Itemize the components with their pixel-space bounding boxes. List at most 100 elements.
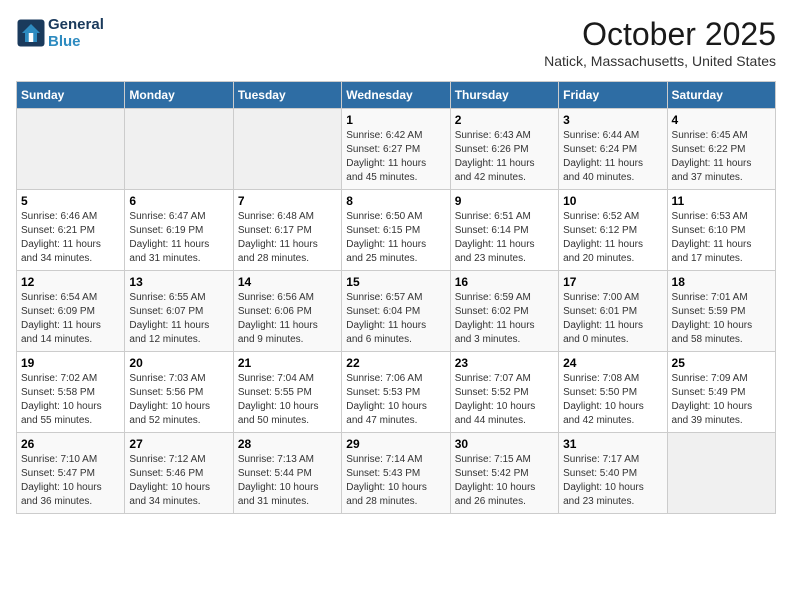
day-info: Sunrise: 7:07 AM Sunset: 5:52 PM Dayligh… [455,372,554,428]
calendar-header-row: SundayMondayTuesdayWednesdayThursdayFrid… [17,82,776,109]
calendar-cell: 13 Sunrise: 6:55 AM Sunset: 6:07 PM Dayli… [125,271,233,352]
calendar-cell: 11 Sunrise: 6:53 AM Sunset: 6:10 PM Dayli… [667,190,775,271]
day-number: 9 [455,194,554,208]
day-info: Sunrise: 6:55 AM Sunset: 6:07 PM Dayligh… [129,291,228,347]
logo-text-line1: General [48,16,104,33]
day-number: 10 [563,194,662,208]
title-block: October 2025 Natick, Massachusetts, Unit… [544,16,776,69]
day-info: Sunrise: 7:12 AM Sunset: 5:46 PM Dayligh… [129,453,228,509]
calendar-cell: 22Sunrise: 7:06 AM Sunset: 5:53 PM Dayli… [342,352,450,433]
day-number: 29 [346,437,445,451]
weekday-header-thursday: Thursday [450,82,558,109]
day-info: Sunrise: 7:17 AM Sunset: 5:40 PM Dayligh… [563,453,662,509]
weekday-header-wednesday: Wednesday [342,82,450,109]
calendar-cell: 14 Sunrise: 6:56 AM Sunset: 6:06 PM Dayli… [233,271,341,352]
day-info: Sunrise: 6:57 AM Sunset: 6:04 PM Dayligh… [346,291,445,347]
calendar-cell: 8 Sunrise: 6:50 AM Sunset: 6:15 PM Daylig… [342,190,450,271]
day-number: 19 [21,356,120,370]
day-number: 2 [455,113,554,127]
weekday-header-sunday: Sunday [17,82,125,109]
calendar-cell: 29Sunrise: 7:14 AM Sunset: 5:43 PM Dayli… [342,433,450,514]
day-info: Sunrise: 7:06 AM Sunset: 5:53 PM Dayligh… [346,372,445,428]
calendar-cell: 5Sunrise: 6:46 AM Sunset: 6:21 PM Daylig… [17,190,125,271]
calendar-cell: 21Sunrise: 7:04 AM Sunset: 5:55 PM Dayli… [233,352,341,433]
day-number: 3 [563,113,662,127]
day-number: 12 [21,275,120,289]
day-number: 1 [346,113,445,127]
calendar-week-row: 1 Sunrise: 6:42 AM Sunset: 6:27 PM Daylig… [17,109,776,190]
day-number: 13 [129,275,228,289]
calendar-cell: 12 Sunrise: 6:54 AM Sunset: 6:09 PM Dayli… [17,271,125,352]
day-info: Sunrise: 6:42 AM Sunset: 6:27 PM Dayligh… [346,129,445,185]
day-number: 6 [129,194,228,208]
calendar-cell: 1 Sunrise: 6:42 AM Sunset: 6:27 PM Daylig… [342,109,450,190]
day-info: Sunrise: 6:43 AM Sunset: 6:26 PM Dayligh… [455,129,554,185]
day-number: 31 [563,437,662,451]
weekday-header-saturday: Saturday [667,82,775,109]
day-info: Sunrise: 6:56 AM Sunset: 6:06 PM Dayligh… [238,291,337,347]
day-number: 4 [672,113,771,127]
calendar-body: 1 Sunrise: 6:42 AM Sunset: 6:27 PM Daylig… [17,109,776,514]
day-info: Sunrise: 6:59 AM Sunset: 6:02 PM Dayligh… [455,291,554,347]
calendar-cell: 4Sunrise: 6:45 AM Sunset: 6:22 PM Daylig… [667,109,775,190]
day-number: 27 [129,437,228,451]
calendar-table: SundayMondayTuesdayWednesdayThursdayFrid… [16,81,776,514]
logo-icon [16,18,46,48]
day-number: 24 [563,356,662,370]
calendar-cell: 9 Sunrise: 6:51 AM Sunset: 6:14 PM Daylig… [450,190,558,271]
calendar-cell [667,433,775,514]
calendar-cell: 23 Sunrise: 7:07 AM Sunset: 5:52 PM Dayli… [450,352,558,433]
calendar-cell: 19 Sunrise: 7:02 AM Sunset: 5:58 PM Dayli… [17,352,125,433]
location-subtitle: Natick, Massachusetts, United States [544,53,776,69]
day-info: Sunrise: 7:10 AM Sunset: 5:47 PM Dayligh… [21,453,120,509]
logo-text-line2: Blue [48,33,104,50]
calendar-cell: 26 Sunrise: 7:10 AM Sunset: 5:47 PM Dayli… [17,433,125,514]
day-number: 16 [455,275,554,289]
calendar-week-row: 19 Sunrise: 7:02 AM Sunset: 5:58 PM Dayli… [17,352,776,433]
day-number: 15 [346,275,445,289]
day-number: 5 [21,194,120,208]
day-info: Sunrise: 7:02 AM Sunset: 5:58 PM Dayligh… [21,372,120,428]
month-year-title: October 2025 [544,16,776,53]
calendar-cell: 2 Sunrise: 6:43 AM Sunset: 6:26 PM Daylig… [450,109,558,190]
day-info: Sunrise: 7:15 AM Sunset: 5:42 PM Dayligh… [455,453,554,509]
day-number: 30 [455,437,554,451]
day-info: Sunrise: 6:54 AM Sunset: 6:09 PM Dayligh… [21,291,120,347]
calendar-cell: 24Sunrise: 7:08 AM Sunset: 5:50 PM Dayli… [559,352,667,433]
calendar-cell [233,109,341,190]
day-number: 26 [21,437,120,451]
calendar-cell: 3Sunrise: 6:44 AM Sunset: 6:24 PM Daylig… [559,109,667,190]
day-number: 7 [238,194,337,208]
weekday-header-tuesday: Tuesday [233,82,341,109]
day-number: 23 [455,356,554,370]
day-number: 11 [672,194,771,208]
day-number: 8 [346,194,445,208]
weekday-header-friday: Friday [559,82,667,109]
calendar-cell: 30 Sunrise: 7:15 AM Sunset: 5:42 PM Dayli… [450,433,558,514]
day-info: Sunrise: 7:03 AM Sunset: 5:56 PM Dayligh… [129,372,228,428]
day-number: 28 [238,437,337,451]
day-info: Sunrise: 7:00 AM Sunset: 6:01 PM Dayligh… [563,291,662,347]
calendar-cell: 7Sunrise: 6:48 AM Sunset: 6:17 PM Daylig… [233,190,341,271]
calendar-cell [125,109,233,190]
day-number: 17 [563,275,662,289]
day-number: 18 [672,275,771,289]
day-info: Sunrise: 6:53 AM Sunset: 6:10 PM Dayligh… [672,210,771,266]
day-info: Sunrise: 6:50 AM Sunset: 6:15 PM Dayligh… [346,210,445,266]
calendar-cell: 27 Sunrise: 7:12 AM Sunset: 5:46 PM Dayli… [125,433,233,514]
calendar-cell: 31 Sunrise: 7:17 AM Sunset: 5:40 PM Dayli… [559,433,667,514]
day-info: Sunrise: 7:01 AM Sunset: 5:59 PM Dayligh… [672,291,771,347]
calendar-cell: 18 Sunrise: 7:01 AM Sunset: 5:59 PM Dayli… [667,271,775,352]
day-info: Sunrise: 6:51 AM Sunset: 6:14 PM Dayligh… [455,210,554,266]
calendar-cell: 17 Sunrise: 7:00 AM Sunset: 6:01 PM Dayli… [559,271,667,352]
calendar-cell [17,109,125,190]
day-number: 20 [129,356,228,370]
day-info: Sunrise: 7:04 AM Sunset: 5:55 PM Dayligh… [238,372,337,428]
day-number: 14 [238,275,337,289]
page-header: General Blue October 2025 Natick, Massac… [16,16,776,69]
calendar-cell: 25 Sunrise: 7:09 AM Sunset: 5:49 PM Dayli… [667,352,775,433]
calendar-cell: 20 Sunrise: 7:03 AM Sunset: 5:56 PM Dayli… [125,352,233,433]
day-info: Sunrise: 7:09 AM Sunset: 5:49 PM Dayligh… [672,372,771,428]
calendar-cell: 15 Sunrise: 6:57 AM Sunset: 6:04 PM Dayli… [342,271,450,352]
day-number: 25 [672,356,771,370]
